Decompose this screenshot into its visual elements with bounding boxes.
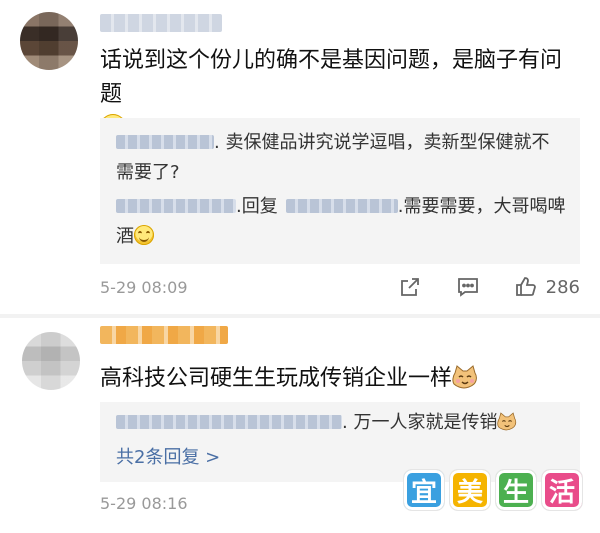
watermark-char: 生 xyxy=(496,470,536,510)
comment-button[interactable] xyxy=(456,275,480,299)
smile-emoji-icon xyxy=(134,225,154,245)
avatar[interactable] xyxy=(20,12,78,70)
reply-target-blurred[interactable] xyxy=(285,199,398,213)
comment-actions: 286 xyxy=(364,272,580,302)
view-more-replies-link[interactable]: 共2条回复 > xyxy=(116,444,220,472)
reply-box[interactable]: . 卖保健品讲究说学逗唱，卖新型保健就不需要了? .回复 .需要需要，大哥喝啤酒 xyxy=(100,118,580,264)
username-blurred[interactable] xyxy=(100,326,228,344)
reply-item[interactable]: . 万一人家就是传销 xyxy=(116,408,566,438)
share-icon xyxy=(400,278,419,296)
watermark-char: 宜 xyxy=(404,470,444,510)
cat-emoji-icon xyxy=(452,365,478,389)
reply-username-blurred[interactable] xyxy=(116,135,214,149)
watermark-char: 美 xyxy=(450,470,490,510)
watermark-char: 活 xyxy=(542,470,582,510)
reply-item[interactable]: .回复 .需要需要，大哥喝啤酒 xyxy=(116,192,566,252)
avatar[interactable] xyxy=(22,332,80,390)
like-button[interactable]: 286 xyxy=(514,275,580,299)
username-blurred[interactable] xyxy=(100,14,222,32)
comment-text: 高科技公司硬生生玩成传销企业一样 xyxy=(100,362,580,396)
timestamp: 5-29 08:16 xyxy=(100,494,188,513)
watermark-logo: 宜 美 生 活 xyxy=(398,470,582,510)
cat-emoji-icon xyxy=(497,411,517,431)
comment-item: 话说到这个份儿的确不是基因问题，是脑子有问题 . 卖保健品讲究说学逗唱，卖新型保… xyxy=(0,0,600,316)
like-count: 286 xyxy=(545,276,580,298)
timestamp: 5-29 08:09 xyxy=(100,278,188,297)
reply-username-blurred[interactable] xyxy=(116,199,236,213)
reply-item[interactable]: . 卖保健品讲究说学逗唱，卖新型保健就不需要了? xyxy=(116,128,566,188)
like-icon xyxy=(515,277,536,296)
reply-username-blurred[interactable] xyxy=(116,415,342,429)
share-button[interactable] xyxy=(398,275,422,299)
comment-item: 高科技公司硬生生玩成传销企业一样 . 万一人家就是传销 共2条回复 > 5-29… xyxy=(0,318,600,533)
comment-icon xyxy=(457,278,478,297)
